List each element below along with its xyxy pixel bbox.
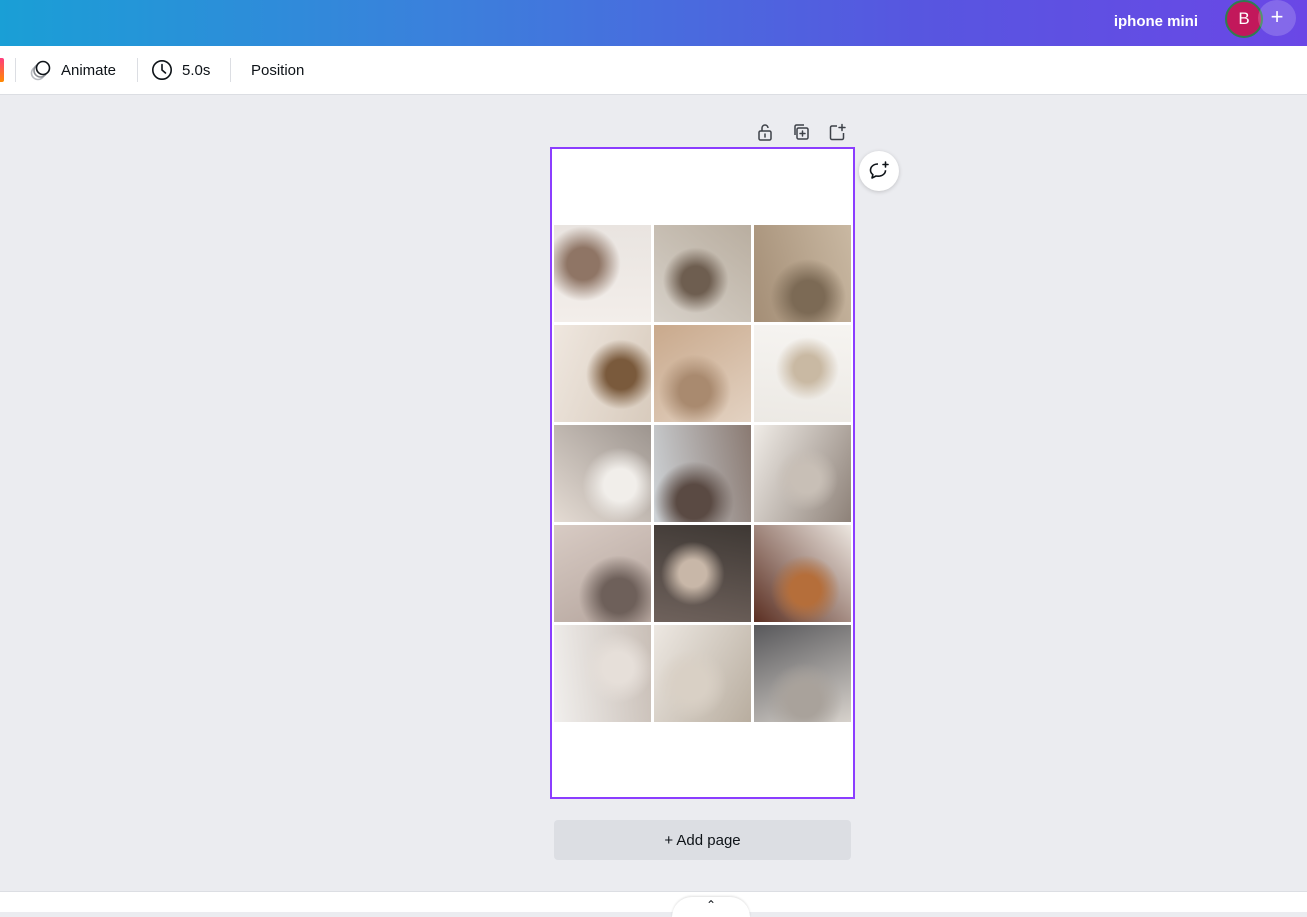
editor-toolbar: Animate 5.0s Position: [0, 46, 1307, 95]
photo-yoga-pose[interactable]: [554, 625, 651, 722]
toolbar-divider: [137, 58, 138, 82]
animate-icon: [30, 60, 51, 81]
document-title[interactable]: iphone mini: [1114, 11, 1198, 33]
color-swatch[interactable]: [0, 58, 4, 82]
duration-label: 5.0s: [182, 61, 211, 79]
photo-palm-shadow[interactable]: [754, 325, 851, 422]
animate-button[interactable]: Animate: [30, 56, 116, 84]
toolbar-divider: [15, 58, 16, 82]
top-header: iphone mini B +: [0, 0, 1307, 46]
toolbar-divider: [230, 58, 231, 82]
add-collaborator-button[interactable]: +: [1258, 0, 1296, 36]
photo-beach-sunset[interactable]: [554, 325, 651, 422]
photo-window-building[interactable]: [754, 625, 851, 722]
animate-label: Animate: [61, 61, 117, 79]
photo-vases[interactable]: [554, 225, 651, 322]
add-comment-button[interactable]: [859, 151, 899, 191]
photo-knit-sweater[interactable]: [654, 325, 751, 422]
duration-button[interactable]: 5.0s: [151, 56, 210, 84]
clock-icon: [152, 60, 172, 80]
position-label: Position: [251, 61, 305, 79]
photo-parisian-facade[interactable]: [554, 525, 651, 622]
photo-books-sculpture[interactable]: [554, 425, 651, 522]
expand-pages-button[interactable]: ⌃: [672, 897, 750, 917]
photo-clothes-rack[interactable]: [754, 425, 851, 522]
bottom-panel: [0, 891, 1307, 912]
photo-leather-bag[interactable]: [754, 525, 851, 622]
unlock-icon[interactable]: [755, 122, 775, 142]
photo-sand-footprint[interactable]: [754, 225, 851, 322]
photo-stairs[interactable]: [654, 625, 751, 722]
photo-eiffel-tower[interactable]: [654, 425, 751, 522]
design-page[interactable]: [550, 147, 855, 799]
duplicate-page-icon[interactable]: [791, 122, 811, 142]
add-page-icon[interactable]: [827, 122, 847, 142]
photo-archway[interactable]: [654, 525, 751, 622]
add-comment-icon: [869, 161, 889, 179]
add-page-button[interactable]: + Add page: [554, 820, 851, 860]
photo-shadow-figure[interactable]: [654, 225, 751, 322]
position-button[interactable]: Position: [251, 56, 304, 84]
photo-grid: [554, 225, 851, 723]
